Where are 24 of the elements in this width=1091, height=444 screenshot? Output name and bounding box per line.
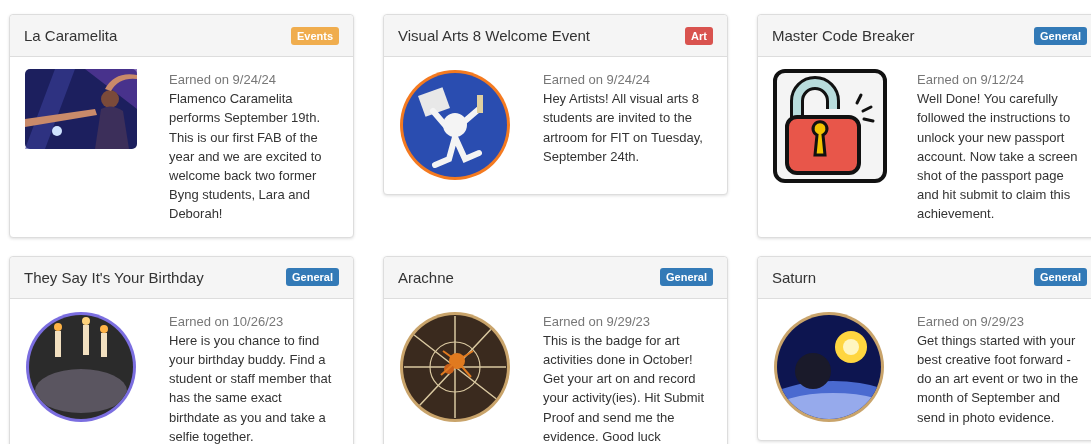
- earned-date: Earned on 9/24/24: [169, 71, 277, 89]
- earned-date: Earned on 9/29/23: [917, 312, 1025, 331]
- badge-description: This is the badge for art activities done in October! Get your art on and record your activity(ies). Hit Submit Proof and send me the evidence. Good luck: [543, 331, 706, 444]
- badge-title: Saturn: [772, 268, 817, 286]
- badge-description: Well Done! You carefully followed the instructions to unlock your new passport account. Now take a screen shot of the passport page and hit submit to claim this achievement.: [917, 90, 1079, 224]
- earned-date: Earned on 9/29/23: [543, 312, 651, 331]
- earned-date: Earned on 10/26/23: [169, 312, 285, 331]
- badge-description: Get things started with your best creative foot forward - do an art event or two in the month of September and send in photo evidence.: [917, 331, 1080, 427]
- earned-date: Earned on 9/24/24: [543, 71, 651, 89]
- category-label: Events: [290, 26, 339, 45]
- category-label: Art: [685, 26, 713, 45]
- badge-description: Hey Artists! All visual arts 8 students are invited to the artroom for FIT on Tuesday, September 24th.: [543, 90, 704, 166]
- badge-description: Here is you chance to find your birthday buddy. Find a student or staff member that has the same exact birthdate as you and take a selfie together.: [169, 331, 333, 444]
- badge-title: Arachne: [398, 268, 454, 286]
- badge-title: Visual Arts 8 Welcome Event: [398, 27, 591, 44]
- category-label: General: [1034, 268, 1087, 287]
- badge-title: They Say It's Your Birthday: [24, 268, 204, 286]
- category-label: General: [1034, 26, 1087, 45]
- badge-title: La Caramelita: [24, 27, 118, 44]
- badge-title: Master Code Breaker: [772, 27, 915, 44]
- badge-description: Flamenco Caramelita performs September 19th. This is our first FAB of the year and we are excited to welcome back two former Byng students, Lara and Deborah!: [169, 90, 323, 224]
- category-label: General: [286, 268, 339, 287]
- category-label: General: [660, 268, 713, 287]
- earned-date: Earned on 9/12/24: [917, 71, 1025, 89]
